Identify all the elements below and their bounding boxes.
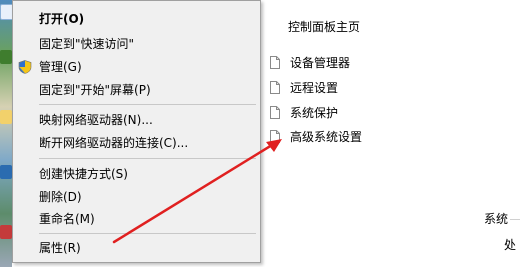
admin-shield-icon bbox=[18, 60, 32, 74]
menu-item-label: 管理(G) bbox=[39, 60, 82, 74]
document-icon bbox=[270, 56, 280, 69]
context-menu: 打开(O) 固定到"快速访问" 管理(G) 固定到"开始"屏幕(P) 映射网络驱… bbox=[12, 0, 261, 263]
menu-item-create-shortcut[interactable]: 创建快捷方式(S) bbox=[13, 163, 260, 185]
desktop-icon[interactable] bbox=[0, 165, 12, 179]
system-protection-label: 系统保护 bbox=[290, 106, 339, 120]
menu-separator bbox=[39, 104, 256, 105]
menu-item-rename[interactable]: 重命名(M) bbox=[13, 208, 260, 230]
menu-separator bbox=[39, 158, 256, 159]
menu-item-delete[interactable]: 删除(D) bbox=[13, 186, 260, 208]
menu-item-label: 固定到"开始"屏幕(P) bbox=[39, 83, 151, 97]
menu-item-label: 重命名(M) bbox=[39, 212, 95, 226]
menu-item-label: 固定到"快速访问" bbox=[39, 37, 135, 51]
device-manager-label: 设备管理器 bbox=[290, 56, 351, 70]
desktop-icon[interactable] bbox=[0, 50, 12, 64]
menu-item-label: 属性(R) bbox=[39, 241, 81, 255]
section-divider bbox=[510, 219, 520, 220]
menu-item-disconnect-network-drive[interactable]: 断开网络驱动器的连接(C)... bbox=[13, 132, 260, 154]
document-icon bbox=[270, 106, 280, 119]
document-icon bbox=[270, 81, 280, 94]
menu-item-label: 删除(D) bbox=[39, 190, 82, 204]
desktop-icon[interactable] bbox=[0, 110, 12, 124]
desktop-background bbox=[0, 0, 14, 267]
menu-item-open[interactable]: 打开(O) bbox=[13, 8, 260, 30]
remote-settings-label: 远程设置 bbox=[290, 81, 339, 95]
system-section-heading: 系统 bbox=[484, 212, 509, 226]
advanced-system-settings-label: 高级系统设置 bbox=[290, 130, 363, 144]
menu-item-label: 打开(O) bbox=[39, 12, 85, 26]
menu-item-label: 映射网络驱动器(N)... bbox=[39, 113, 153, 127]
document-icon bbox=[270, 130, 280, 143]
menu-item-manage[interactable]: 管理(G) bbox=[13, 56, 260, 78]
menu-separator bbox=[39, 233, 256, 234]
menu-item-properties[interactable]: 属性(R) bbox=[13, 237, 260, 259]
menu-item-label: 创建快捷方式(S) bbox=[39, 167, 128, 181]
menu-item-pin-quick-access[interactable]: 固定到"快速访问" bbox=[13, 33, 260, 55]
menu-item-label: 断开网络驱动器的连接(C)... bbox=[39, 136, 189, 150]
desktop-icon[interactable] bbox=[0, 225, 12, 239]
menu-item-map-network-drive[interactable]: 映射网络驱动器(N)... bbox=[13, 109, 260, 131]
screen: 控制面板主页 设备管理器 远程设置 系统保护 高级系统设置 系统 处 打开(O)… bbox=[0, 0, 520, 267]
processor-label: 处 bbox=[504, 238, 517, 252]
menu-item-pin-start[interactable]: 固定到"开始"屏幕(P) bbox=[13, 79, 260, 101]
control-panel-home-link[interactable]: 控制面板主页 bbox=[288, 18, 360, 35]
